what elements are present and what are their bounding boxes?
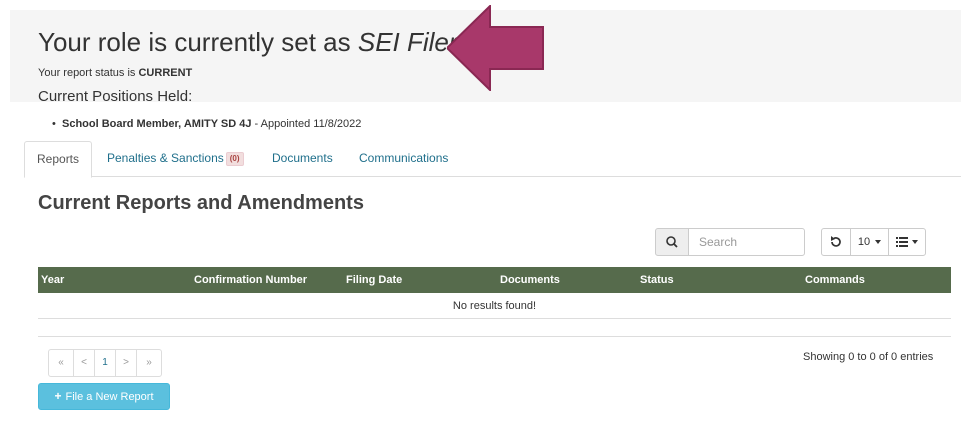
positions-heading: Current Positions Held: — [38, 88, 193, 105]
status-value: CURRENT — [138, 67, 193, 79]
column-header-commands[interactable]: Commands — [805, 267, 865, 293]
prev-page-button[interactable]: < — [73, 349, 95, 377]
status-prefix: Your report status is — [38, 67, 139, 79]
columns-list-icon — [896, 237, 908, 248]
tab-label: Communications — [359, 151, 449, 165]
new-report-label: File a New Report — [65, 391, 154, 403]
reports-table: Year Confirmation Number Filing Date Doc… — [38, 267, 951, 319]
column-header-confirmation-number[interactable]: Confirmation Number — [194, 267, 307, 293]
next-page-button[interactable]: > — [115, 349, 137, 377]
plus-icon: + — [54, 389, 62, 403]
column-header-filing-date[interactable]: Filing Date — [346, 267, 402, 293]
position-appointed: - Appointed 11/8/2022 — [251, 118, 362, 130]
tab-label: Reports — [37, 152, 80, 166]
penalties-count-badge: (0) — [225, 151, 244, 166]
tab-communications[interactable]: Communications — [347, 141, 460, 177]
search-icon — [655, 228, 689, 256]
tab-documents[interactable]: Documents — [260, 141, 345, 177]
position-item: • School Board Member, AMITY SD 4J - App… — [52, 118, 362, 130]
last-page-button[interactable]: » — [136, 349, 162, 377]
page-1-button[interactable]: 1 — [94, 349, 116, 377]
report-status: Your report status is CURRENT — [38, 67, 192, 79]
tab-reports[interactable]: Reports — [24, 141, 92, 178]
role-prefix: Your role is currently set as — [38, 27, 358, 57]
table-header: Year Confirmation Number Filing Date Doc… — [38, 267, 951, 293]
section-title: Current Reports and Amendments — [38, 192, 364, 214]
role-heading: Your role is currently set as SEI Filer. — [38, 27, 464, 58]
tab-label: Documents — [272, 151, 333, 165]
search-group — [655, 228, 805, 256]
column-header-status[interactable]: Status — [640, 267, 674, 293]
refresh-button[interactable] — [821, 228, 851, 256]
divider — [38, 336, 951, 337]
tab-penalties-sanctions[interactable]: Penalties & Sanctions (0) — [95, 141, 256, 177]
bullet: • — [52, 118, 56, 130]
columns-dropdown[interactable] — [888, 228, 926, 256]
page-size-value: 10 — [857, 236, 871, 248]
first-page-button[interactable]: « — [48, 349, 74, 377]
column-header-year[interactable]: Year — [41, 267, 64, 293]
chevron-down-icon — [912, 240, 918, 245]
file-new-report-button[interactable]: + File a New Report — [38, 383, 170, 410]
page-size-dropdown[interactable]: 10 — [850, 228, 889, 256]
tab-bar: Reports Penalties & Sanctions (0) Documen… — [24, 141, 961, 178]
refresh-icon — [831, 236, 841, 247]
empty-table-message: No results found! — [38, 293, 951, 319]
chevron-down-icon — [875, 240, 882, 245]
annotation-arrow — [447, 5, 544, 91]
column-header-documents[interactable]: Documents — [500, 267, 560, 293]
search-input[interactable] — [688, 228, 805, 256]
pagination-summary: Showing 0 to 0 of 0 entries — [803, 351, 934, 363]
position-title: School Board Member, AMITY SD 4J — [62, 118, 252, 130]
tab-label: Penalties & Sanctions — [107, 151, 224, 165]
